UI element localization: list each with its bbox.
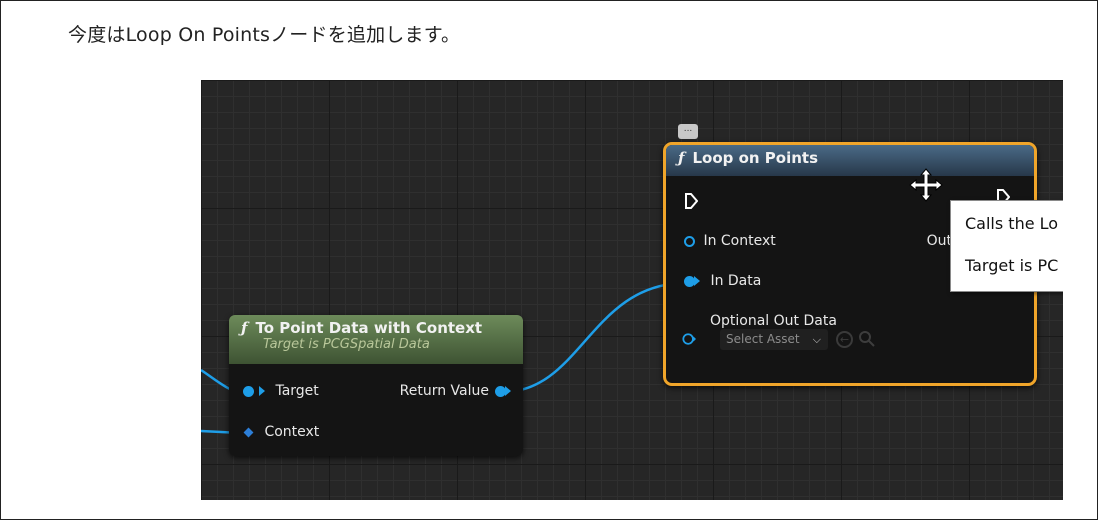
in-context-pin[interactable]: In Context xyxy=(684,233,776,249)
context-pin[interactable]: Context xyxy=(243,424,320,440)
function-tooltip: Calls the Lo Target is PC xyxy=(950,200,1063,292)
blueprint-graph-canvas[interactable]: ƒ To Point Data with Context Target is PC… xyxy=(201,80,1063,500)
instruction-text: 今度はLoop On Pointsノードを追加します。 xyxy=(68,24,461,46)
select-asset-label: Select Asset xyxy=(726,332,800,346)
function-icon: ƒ xyxy=(678,149,685,167)
in-context-label: In Context xyxy=(703,233,776,249)
tooltip-line-target: Target is PC xyxy=(965,256,1059,275)
function-icon: ƒ xyxy=(241,319,248,337)
exec-in-pin-icon[interactable] xyxy=(684,193,698,209)
out-pin[interactable]: Out xyxy=(927,233,952,249)
target-pin-arrow-icon xyxy=(259,386,265,396)
loop-on-points-title: Loop on Points xyxy=(692,149,819,167)
use-selected-asset-icon[interactable]: ← xyxy=(836,331,853,348)
in-data-pin-arrow-icon xyxy=(694,276,700,286)
to-point-data-title-row: ƒ To Point Data with Context xyxy=(241,319,513,337)
return-value-label: Return Value xyxy=(399,383,489,399)
loop-on-points-title-row: ƒ Loop on Points xyxy=(678,149,1024,167)
in-data-label: In Data xyxy=(710,273,762,289)
optional-out-data-label: Optional Out Data xyxy=(710,313,837,329)
target-pin[interactable]: Target xyxy=(243,383,319,399)
select-asset-dropdown[interactable]: Select Asset ⌵ xyxy=(720,329,828,350)
in-data-pin[interactable]: In Data xyxy=(684,273,761,289)
chevron-down-icon: ⌵ xyxy=(812,333,821,346)
return-value-pin[interactable]: Return Value xyxy=(400,383,511,399)
in-context-pin-icon[interactable] xyxy=(684,235,695,247)
optional-out-data-pin-icon[interactable] xyxy=(682,331,696,347)
context-pin-label: Context xyxy=(264,424,320,440)
target-pin-icon[interactable] xyxy=(243,385,254,397)
to-point-data-subtitle: Target is PCGSpatial Data xyxy=(263,337,430,352)
to-point-data-title: To Point Data with Context xyxy=(255,319,483,337)
context-pin-icon[interactable] xyxy=(243,427,254,437)
move-cursor-icon xyxy=(909,168,943,202)
comment-bubble-icon[interactable]: ... xyxy=(678,124,698,139)
return-value-pin-arrow-icon xyxy=(505,386,511,396)
browse-asset-search-icon[interactable] xyxy=(858,330,876,348)
to-point-data-header[interactable]: ƒ To Point Data with Context Target is PC… xyxy=(229,315,523,364)
wire-return-to-indata xyxy=(502,281,687,394)
out-pin-label: Out xyxy=(926,233,952,249)
tooltip-line-description: Calls the Lo xyxy=(965,214,1059,233)
target-pin-label: Target xyxy=(275,383,319,399)
loop-on-points-header[interactable]: ƒ Loop on Points xyxy=(666,145,1034,176)
to-point-data-node[interactable]: ƒ To Point Data with Context Target is PC… xyxy=(229,315,523,456)
